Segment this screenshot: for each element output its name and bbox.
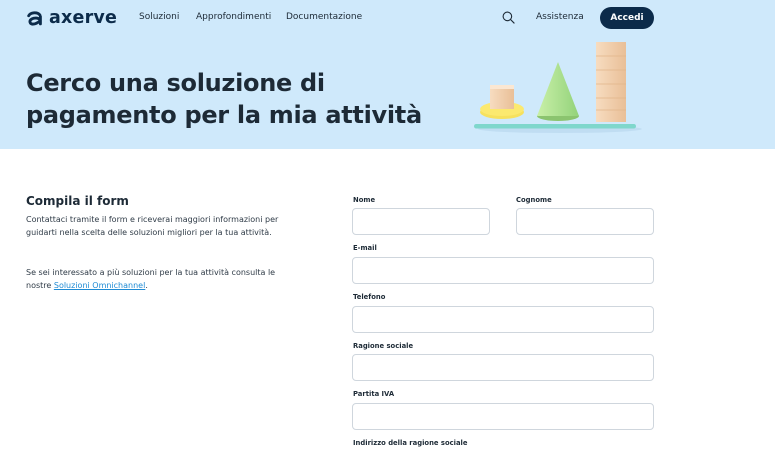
nav-item-approfondimenti[interactable]: Approfondimenti — [196, 12, 271, 22]
nome-label: Nome — [353, 196, 376, 204]
form-heading: Compila il form — [26, 194, 129, 208]
assistenza-link[interactable]: Assistenza — [536, 12, 584, 22]
login-button[interactable]: Accedi — [600, 7, 654, 29]
email-field[interactable] — [352, 257, 654, 284]
intro-paragraph: Contattaci tramite il form e riceverai m… — [26, 215, 279, 237]
axerve-logo-icon — [27, 11, 42, 26]
hero-illustration — [474, 42, 642, 133]
cognome-field[interactable] — [516, 208, 654, 235]
page-title: Cerco una soluzione di pagamento per la … — [26, 69, 422, 129]
telefono-field[interactable] — [352, 306, 654, 333]
brand-name: axerve — [49, 8, 118, 28]
search-icon[interactable] — [502, 11, 515, 24]
telefono-label: Telefono — [353, 293, 386, 301]
partita-iva-label: Partita IVA — [353, 390, 395, 398]
nav-item-soluzioni[interactable]: Soluzioni — [139, 12, 179, 22]
nome-field[interactable] — [352, 208, 490, 235]
nav-item-documentazione[interactable]: Documentazione — [286, 12, 362, 22]
email-label: E-mail — [353, 244, 377, 252]
hero-banner: axerve Soluzioni Approfondimenti Documen… — [0, 0, 775, 149]
ragione-sociale-field[interactable] — [352, 354, 654, 381]
indirizzo-label: Indirizzo della ragione sociale — [353, 439, 468, 447]
brand-logo[interactable]: axerve — [26, 8, 117, 28]
cognome-label: Cognome — [516, 196, 552, 204]
omnichannel-suffix: . — [145, 281, 148, 290]
omnichannel-link[interactable]: Soluzioni Omnichannel — [54, 281, 145, 290]
ragione-sociale-label: Ragione sociale — [353, 342, 414, 350]
omnichannel-paragraph: Se sei interessato a più soluzioni per l… — [26, 266, 281, 292]
partita-iva-field[interactable] — [352, 403, 654, 430]
